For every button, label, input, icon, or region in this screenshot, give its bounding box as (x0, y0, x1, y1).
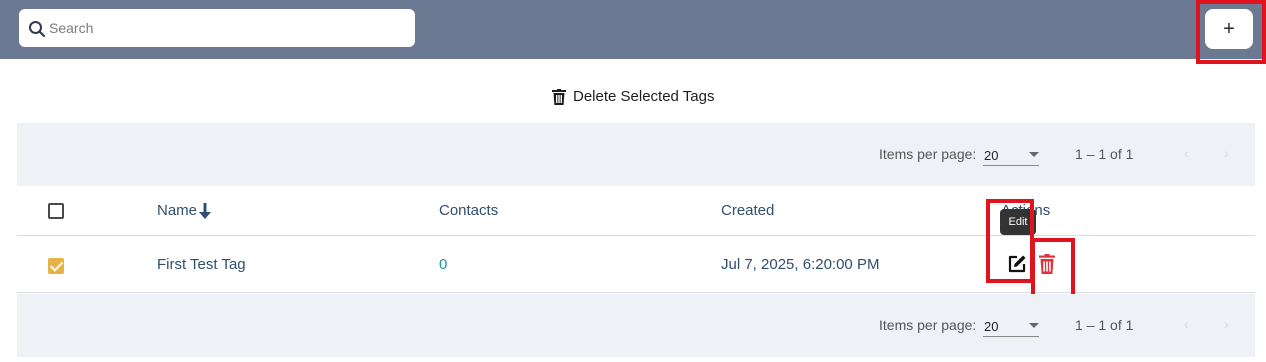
tag-name-cell: First Test Tag (157, 256, 246, 273)
search-icon (29, 21, 46, 38)
sort-arrow-down-icon (199, 202, 212, 219)
items-per-page-label: Items per page: (879, 317, 977, 333)
highlight-add-button (1196, 0, 1266, 64)
delete-selected-label: Delete Selected Tags (573, 88, 715, 105)
highlight-edit-action (986, 199, 1034, 283)
dropdown-arrow-icon (1029, 323, 1039, 328)
dropdown-arrow-icon (1029, 152, 1039, 157)
name-header-label: Name (157, 202, 198, 219)
created-column-header: Created (721, 202, 775, 219)
highlight-delete-action (1031, 238, 1075, 300)
items-per-page-label: Items per page: (879, 146, 977, 162)
created-date-cell: Jul 7, 2025, 6:20:00 PM (721, 256, 880, 273)
table-header-row: Name Contacts Created Actions (17, 186, 1255, 236)
page-size-value: 20 (984, 148, 999, 163)
delete-selected-tags-button[interactable]: Delete Selected Tags (552, 88, 714, 105)
page-range-label: 1 – 1 of 1 (1075, 317, 1134, 333)
paginator-top: Items per page: 20 1 – 1 of 1 ‹ › (17, 123, 1255, 186)
prev-page-icon[interactable]: ‹ (1184, 145, 1189, 161)
select-all-checkbox[interactable] (48, 203, 64, 219)
row-select-checkbox[interactable] (48, 258, 64, 274)
next-page-icon[interactable]: › (1224, 316, 1229, 332)
paginator-bottom: Items per page: 20 1 – 1 of 1 ‹ › (17, 294, 1255, 357)
page-size-value: 20 (984, 319, 999, 334)
contacts-count-link[interactable]: 0 (439, 256, 447, 273)
page-range-label: 1 – 1 of 1 (1075, 146, 1134, 162)
name-column-header[interactable]: Name (157, 202, 212, 219)
search-input[interactable] (49, 9, 404, 47)
top-toolbar: + (0, 0, 1266, 59)
next-page-icon[interactable]: › (1224, 145, 1229, 161)
search-box (19, 9, 415, 47)
page-size-select[interactable]: 20 (983, 144, 1039, 166)
page-size-select[interactable]: 20 (983, 315, 1039, 337)
trash-icon (552, 88, 566, 105)
prev-page-icon[interactable]: ‹ (1184, 316, 1189, 332)
contacts-column-header: Contacts (439, 202, 499, 219)
